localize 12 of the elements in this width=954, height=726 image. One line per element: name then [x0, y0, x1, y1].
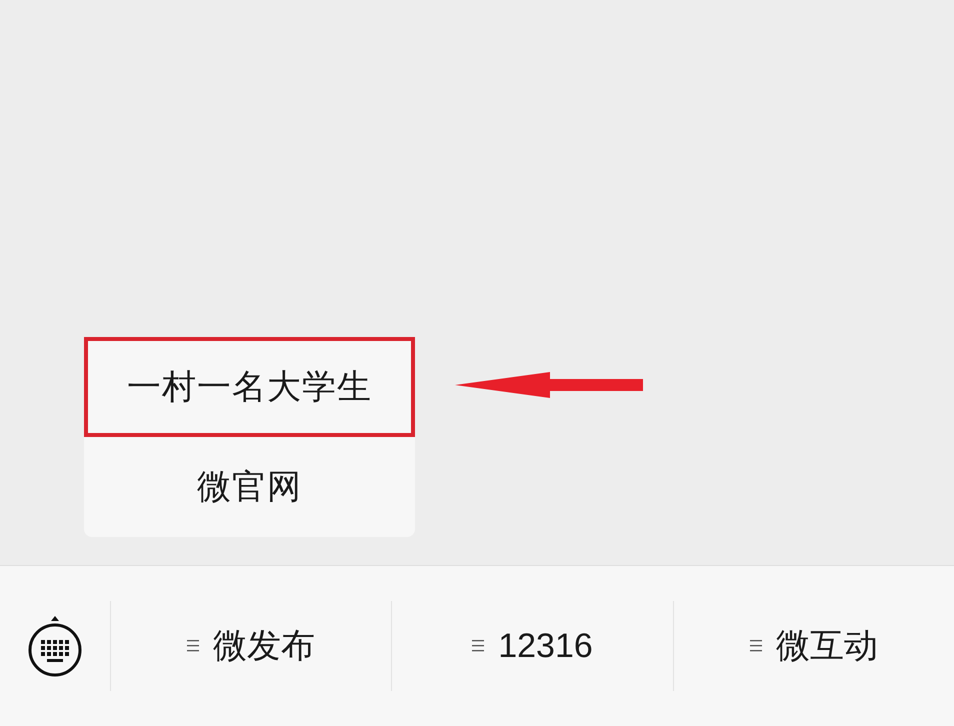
menu-icon — [472, 639, 484, 653]
menu-tab[interactable]: 12316 — [392, 601, 674, 691]
menu-tab[interactable]: 微互动 — [674, 601, 954, 691]
arrow-icon — [455, 370, 645, 400]
tab-label: 微互动 — [776, 626, 878, 667]
menu-item[interactable]: 微官网 — [84, 437, 415, 537]
tab-label: 微发布 — [213, 626, 316, 667]
menu-tab[interactable]: 微发布 — [111, 601, 392, 691]
menu-icon — [187, 639, 200, 653]
tab-label: 12316 — [498, 626, 593, 666]
menu-item[interactable]: 一村一名大学生 — [84, 337, 415, 437]
menu-icon — [750, 639, 762, 653]
